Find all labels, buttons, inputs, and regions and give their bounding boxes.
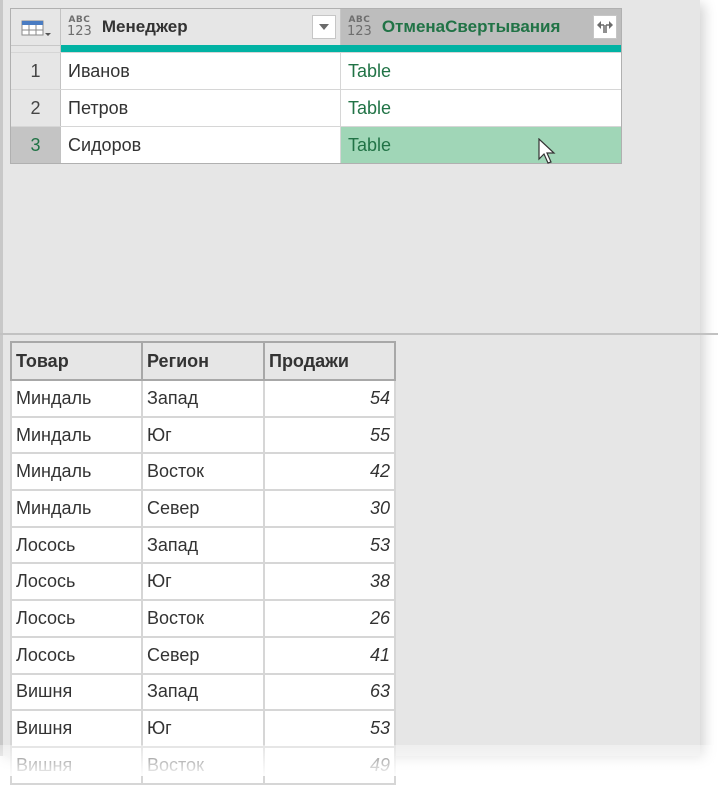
pane-splitter[interactable] (0, 333, 718, 335)
table-row: Лосось Юг 38 (10, 562, 396, 602)
column-title: ОтменаСвертывания (381, 17, 561, 36)
cell-manager[interactable]: Петров (61, 90, 341, 126)
filter-dropdown-button[interactable] (312, 15, 336, 39)
cell-product: Вишня (10, 745, 143, 785)
column-header-manager[interactable]: ABC 123 Менеджер (61, 9, 341, 45)
cell-manager[interactable]: Сидоров (61, 127, 341, 163)
expand-column-button[interactable] (593, 15, 617, 39)
query-result-grid: ABC 123 Менеджер ABC 123 ОтменаСвертыван… (10, 8, 622, 164)
table-row: Лосось Север 41 (10, 635, 396, 675)
type-any-icon[interactable]: ABC 123 (67, 16, 92, 39)
type-any-icon[interactable]: ABC 123 (347, 16, 372, 39)
cell-region: Запад (141, 672, 265, 712)
cell-region: Север (141, 635, 265, 675)
cell-region: Юг (141, 562, 265, 602)
cell-region: Север (141, 489, 265, 528)
cell-region: Запад (141, 525, 265, 565)
cell-manager[interactable]: Иванов (61, 53, 341, 89)
cell-region: Запад (141, 379, 265, 418)
column-quality-bar (11, 45, 621, 52)
table-row: Миндаль Юг 55 (10, 415, 396, 455)
cell-sales: 53 (263, 525, 396, 565)
cell-region: Юг (141, 415, 265, 455)
cell-sales: 53 (263, 709, 396, 748)
table-row: Вишня Восток 49 (10, 745, 396, 785)
table-row[interactable]: 1 Иванов Table (11, 52, 621, 89)
cell-table-link[interactable]: Table (341, 53, 621, 89)
cell-product: Миндаль (10, 379, 143, 418)
column-header-unpivot[interactable]: ABC 123 ОтменаСвертывания (341, 9, 621, 45)
table-row: Миндаль Восток 42 (10, 452, 396, 492)
row-number[interactable]: 3 (11, 127, 61, 163)
cell-sales: 55 (263, 415, 396, 455)
table-menu-icon (21, 20, 51, 36)
cell-product: Вишня (10, 672, 143, 712)
cell-region: Восток (141, 599, 265, 638)
table-row: Лосось Запад 53 (10, 525, 396, 565)
cell-product: Лосось (10, 635, 143, 675)
table-row: Вишня Юг 53 (10, 709, 396, 748)
cell-product: Вишня (10, 709, 143, 748)
table-row: Миндаль Север 30 (10, 489, 396, 528)
cell-sales: 49 (263, 745, 396, 785)
cell-product: Лосось (10, 525, 143, 565)
expand-column-icon (597, 21, 613, 33)
header-sales: Продажи (263, 341, 396, 381)
chevron-down-icon (319, 24, 329, 30)
header-region: Регион (141, 341, 265, 381)
grid-header-row: ABC 123 Менеджер ABC 123 ОтменаСвертыван… (11, 9, 621, 45)
row-number[interactable]: 1 (11, 53, 61, 89)
cell-sales: 38 (263, 562, 396, 602)
table-row: Миндаль Запад 54 (10, 379, 396, 418)
cell-sales: 26 (263, 599, 396, 638)
column-title: Менеджер (101, 17, 188, 36)
cell-sales: 54 (263, 379, 396, 418)
cell-product: Лосось (10, 562, 143, 602)
cell-sales: 30 (263, 489, 396, 528)
table-row: Вишня Запад 63 (10, 672, 396, 712)
cell-region: Восток (141, 745, 265, 785)
preview-table: Товар Регион Продажи Миндаль Запад 54 Ми… (10, 341, 396, 785)
cell-product: Миндаль (10, 415, 143, 455)
table-row[interactable]: 2 Петров Table (11, 89, 621, 126)
cell-region: Юг (141, 709, 265, 748)
cell-product: Миндаль (10, 452, 143, 492)
cell-product: Лосось (10, 599, 143, 638)
cell-table-link[interactable]: Table (341, 90, 621, 126)
cell-product: Миндаль (10, 489, 143, 528)
cell-sales: 63 (263, 672, 396, 712)
cell-sales: 41 (263, 635, 396, 675)
table-row: Лосось Восток 26 (10, 599, 396, 638)
cell-sales: 42 (263, 452, 396, 492)
table-menu-button[interactable] (11, 9, 61, 45)
cell-region: Восток (141, 452, 265, 492)
cell-table-link[interactable]: Table (341, 127, 621, 163)
preview-header-row: Товар Регион Продажи (10, 341, 396, 381)
row-number[interactable]: 2 (11, 90, 61, 126)
header-product: Товар (10, 341, 143, 381)
mouse-pointer-icon (538, 138, 556, 164)
table-row-selected[interactable]: 3 Сидоров Table (11, 126, 621, 163)
